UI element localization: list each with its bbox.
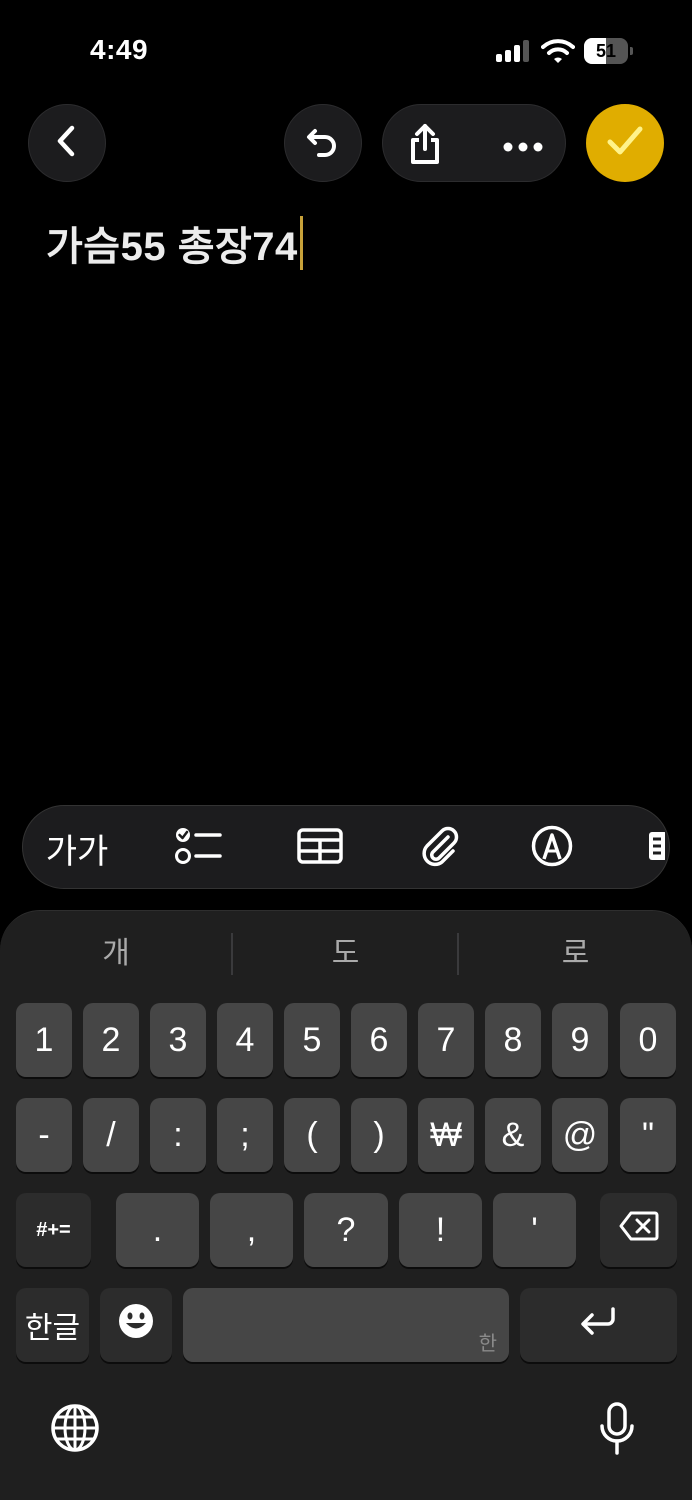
suggestion-1[interactable]: 개 [0,929,232,979]
symbols-key[interactable]: #+= [16,1193,91,1267]
markup-button[interactable] [507,806,597,888]
more-format-button[interactable] [643,806,669,888]
checklist-button[interactable] [153,806,243,888]
undo-icon [303,121,343,166]
key-slash[interactable]: / [83,1098,139,1172]
key-close-paren[interactable]: ) [351,1098,407,1172]
status-time: 4:49 [90,34,149,65]
note-text: 가슴55 총장74 [46,225,298,269]
key-won[interactable]: ₩ [418,1098,474,1172]
key-at[interactable]: @ [552,1098,608,1172]
share-icon[interactable] [407,123,443,170]
key-5[interactable]: 5 [284,1003,340,1077]
key-ampersand[interactable]: & [485,1098,541,1172]
microphone-icon [597,1401,637,1462]
format-toolbar: 가가 [22,805,670,889]
space-sub-label: 한 [478,1333,497,1355]
battery-percent: 51 [595,41,617,61]
key-2[interactable]: 2 [83,1003,139,1077]
key-dash[interactable]: - [16,1098,72,1172]
key-question[interactable]: ? [304,1193,388,1267]
dictation-button[interactable] [592,1401,642,1461]
backspace-key[interactable] [600,1193,677,1267]
globe-button[interactable] [48,1403,102,1457]
share-more-group [382,104,566,182]
undo-button[interactable] [284,104,362,182]
suggestion-2[interactable]: 도 [233,929,458,979]
key-0[interactable]: 0 [620,1003,676,1077]
key-3[interactable]: 3 [150,1003,206,1077]
keyboard: 개 도 로 1 2 3 4 5 6 7 8 9 0 - / : ; ( ) ₩ … [0,910,692,1500]
markup-icon [531,825,573,872]
more-format-icon [643,829,667,868]
text-cursor [299,216,303,270]
checklist-icon [174,825,222,872]
ellipsis-icon[interactable] [503,139,543,157]
key-semicolon[interactable]: ; [217,1098,273,1172]
attachment-button[interactable] [395,806,485,888]
return-key[interactable] [520,1288,677,1362]
key-comma[interactable]: , [210,1193,293,1267]
wifi-icon [541,38,575,64]
backspace-icon [619,1211,659,1250]
key-6[interactable]: 6 [351,1003,407,1077]
globe-icon [50,1403,100,1458]
key-9[interactable]: 9 [552,1003,608,1077]
emoji-icon [118,1303,154,1348]
key-apostrophe[interactable]: ' [493,1193,576,1267]
table-icon [297,827,343,869]
key-quote[interactable]: " [620,1098,676,1172]
done-button[interactable] [586,104,664,182]
emoji-key[interactable] [100,1288,172,1362]
paperclip-icon [420,825,460,872]
suggestion-3[interactable]: 로 [459,929,692,979]
language-key[interactable]: 한글 [16,1288,89,1362]
text-style-button[interactable]: 가가 [29,806,125,888]
checkmark-icon [605,124,645,163]
battery-indicator: 51 [584,38,634,64]
note-body[interactable]: 가슴55 총장74 [46,214,303,272]
text-style-label: 가가 [45,832,109,871]
key-exclamation[interactable]: ! [399,1193,482,1267]
back-button[interactable] [28,104,106,182]
table-button[interactable] [275,806,365,888]
key-colon[interactable]: : [150,1098,206,1172]
return-icon [579,1306,619,1345]
cellular-signal-icon [496,40,532,62]
key-8[interactable]: 8 [485,1003,541,1077]
key-1[interactable]: 1 [16,1003,72,1077]
key-period[interactable]: . [116,1193,199,1267]
key-open-paren[interactable]: ( [284,1098,340,1172]
space-key[interactable]: 한 [183,1288,509,1362]
key-7[interactable]: 7 [418,1003,474,1077]
chevron-left-icon [52,124,82,163]
key-4[interactable]: 4 [217,1003,273,1077]
